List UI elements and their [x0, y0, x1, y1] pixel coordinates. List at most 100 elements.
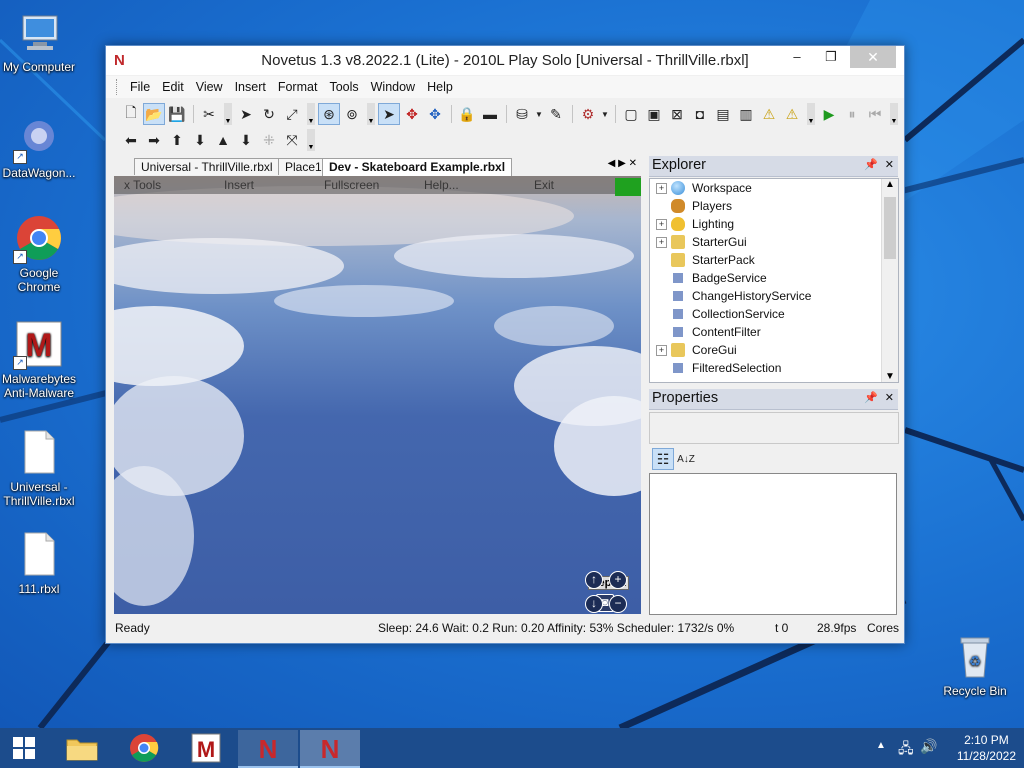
game-viewport[interactable]: x Tools Insert Fullscreen Help... Exit R… [114, 176, 641, 614]
explorer-item-contentfilter[interactable]: ContentFilter [656, 323, 761, 341]
zoom-in-plus-icon[interactable]: + [609, 571, 627, 589]
scroll-down-icon[interactable]: ▼ [885, 371, 895, 382]
select-pointer-icon[interactable]: ➤ [235, 103, 257, 125]
select-tool-icon[interactable]: ➤ [378, 103, 400, 125]
explorer-item-workspace[interactable]: + Workspace [656, 179, 752, 197]
surface-glue-icon[interactable]: ▣ [643, 103, 665, 125]
pin-icon[interactable]: 📌 [864, 391, 878, 404]
scroll-thumb[interactable] [884, 197, 896, 259]
toolbar-overflow-dropdown[interactable]: ▼ [307, 129, 315, 151]
game-menu-exit[interactable]: Exit [534, 178, 554, 192]
surface-hinge-icon[interactable]: ⚠ [758, 103, 780, 125]
surface-inlet-icon[interactable]: ▤ [712, 103, 734, 125]
drag-tool-icon[interactable]: ✥ [424, 103, 446, 125]
menu-file[interactable]: File [124, 76, 156, 98]
show-hidden-icons-icon[interactable]: ▲ [876, 740, 886, 751]
explorer-item-badgeservice[interactable]: BadgeService [656, 269, 767, 287]
camera-down-icon[interactable]: ↓ [585, 595, 603, 613]
turn-down-left-icon[interactable]: ⬇ [189, 129, 211, 151]
surface-studs-icon[interactable]: ◘ [689, 103, 711, 125]
menu-format[interactable]: Format [272, 76, 324, 98]
tilt-down-icon[interactable]: ⬇ [235, 129, 257, 151]
tab-universal-thrillville[interactable]: Universal - ThrillVille.rbxl [134, 158, 280, 175]
dropdown-arrow-icon[interactable]: ▼ [534, 103, 544, 125]
game-menu-help[interactable]: Help... [424, 178, 459, 192]
close-button[interactable]: ✕ [850, 46, 896, 68]
desktop-icon-datawagon[interactable]: ↗ DataWagon... [0, 114, 81, 180]
rotate-icon[interactable]: ↻ [258, 103, 280, 125]
toolbar-overflow-dropdown[interactable]: ▼ [807, 103, 815, 125]
pause-icon[interactable]: ⏸ [841, 103, 863, 125]
menu-help[interactable]: Help [421, 76, 459, 98]
explorer-item-coregui[interactable]: + CoreGui [656, 341, 737, 359]
expand-icon[interactable]: + [656, 236, 667, 248]
game-menu-fullscreen[interactable]: Fullscreen [324, 178, 379, 192]
surface-motor-icon[interactable]: ⚠ [781, 103, 803, 125]
taskbar-file-explorer[interactable] [52, 730, 112, 766]
categorized-view-icon[interactable]: ☷ [652, 448, 674, 470]
save-icon[interactable]: 💾 [166, 103, 188, 125]
zoom-extents-icon[interactable]: ⤧ [281, 129, 303, 151]
desktop-icon-universal-thrillville[interactable]: Universal - ThrillVille.rbxl [0, 428, 81, 508]
desktop-icon-my-computer[interactable]: My Computer [0, 8, 81, 74]
camera-zoom-icon[interactable]: ⊚ [341, 103, 363, 125]
move-tool-icon[interactable]: ✥ [401, 103, 423, 125]
camera-pan-icon[interactable]: ⊛ [318, 103, 340, 125]
expand-icon[interactable]: + [656, 182, 667, 194]
volume-icon[interactable]: 🔊 [920, 738, 937, 755]
menu-tools[interactable]: Tools [323, 76, 364, 98]
start-button[interactable] [0, 730, 48, 766]
tab-close-icon[interactable]: ✕ [629, 158, 637, 169]
camera-up-icon[interactable]: ↑ [585, 571, 603, 589]
explorer-item-lighting[interactable]: + Lighting [656, 215, 734, 233]
taskbar-novetus-1[interactable]: N [238, 730, 298, 768]
surface-universal-icon[interactable]: ▥ [735, 103, 757, 125]
explorer-item-collectionservice[interactable]: CollectionService [656, 305, 785, 323]
tab-scroll-right-icon[interactable]: ▶ [618, 158, 626, 169]
toolbar-overflow-dropdown[interactable]: ▼ [307, 103, 315, 125]
toolbar-overflow-dropdown[interactable]: ▼ [367, 103, 375, 125]
menu-view[interactable]: View [190, 76, 229, 98]
expand-icon[interactable]: + [656, 218, 667, 230]
material-picker-icon[interactable]: ✎ [545, 103, 567, 125]
menu-insert[interactable]: Insert [229, 76, 272, 98]
resize-icon[interactable]: ⤢ [281, 103, 303, 125]
tilt-up-icon[interactable]: ▲ [212, 129, 234, 151]
toolbar-overflow-dropdown[interactable]: ▼ [224, 103, 232, 125]
menu-edit[interactable]: Edit [156, 76, 190, 98]
game-menu-tools[interactable]: x Tools [124, 178, 161, 192]
explorer-scrollbar[interactable]: ▲ ▼ [881, 179, 898, 382]
insert-object-icon[interactable]: ⚙ [577, 103, 599, 125]
title-bar[interactable]: N Novetus 1.3 v8.2022.1 (Lite) - 2010L P… [106, 46, 904, 75]
arrow-left-icon[interactable]: ⬅ [120, 129, 142, 151]
game-menu-insert[interactable]: Insert [224, 178, 254, 192]
lock-icon[interactable]: 🔒 [456, 103, 478, 125]
taskbar-malwarebytes[interactable]: M [176, 730, 236, 766]
sort-alphabetical-icon[interactable]: A↓Z [675, 448, 697, 470]
desktop-icon-google-chrome[interactable]: ↗ Google Chrome [0, 214, 81, 294]
system-clock[interactable]: 2:10 PM 11/28/2022 [957, 732, 1016, 764]
pin-icon[interactable]: 📌 [864, 158, 878, 171]
surface-weld-icon[interactable]: ⊠ [666, 103, 688, 125]
explorer-item-startergui[interactable]: + StarterGui [656, 233, 747, 251]
properties-filter-field[interactable] [649, 412, 899, 444]
network-icon[interactable]: 🖧 [898, 738, 914, 762]
scroll-up-icon[interactable]: ▲ [885, 179, 895, 190]
explorer-close-icon[interactable]: ✕ [885, 158, 894, 171]
new-file-icon[interactable]: 🗋 [120, 103, 142, 125]
toolbar-overflow-dropdown[interactable]: ▼ [890, 103, 898, 125]
menu-window[interactable]: Window [365, 76, 421, 98]
restore-button[interactable]: ❐ [814, 46, 848, 68]
expand-icon[interactable]: + [656, 344, 667, 356]
explorer-item-starterpack[interactable]: StarterPack [656, 251, 755, 269]
reset-icon[interactable]: ⏮ [864, 103, 886, 125]
play-icon[interactable]: ▶ [818, 103, 840, 125]
explorer-item-filteredselection[interactable]: FilteredSelection [656, 359, 781, 377]
cut-icon[interactable]: ✂ [198, 103, 220, 125]
explorer-item-changehistoryservice[interactable]: ChangeHistoryService [656, 287, 811, 305]
taskbar-chrome[interactable] [114, 730, 174, 766]
desktop-icon-malwarebytes[interactable]: M ↗ Malwarebytes Anti-Malware [0, 320, 81, 400]
desktop-icon-111-rbxl[interactable]: 111.rbxl [0, 530, 81, 596]
dropdown-arrow-icon[interactable]: ▼ [600, 103, 610, 125]
zoom-in-icon[interactable]: ⁜ [258, 129, 280, 151]
